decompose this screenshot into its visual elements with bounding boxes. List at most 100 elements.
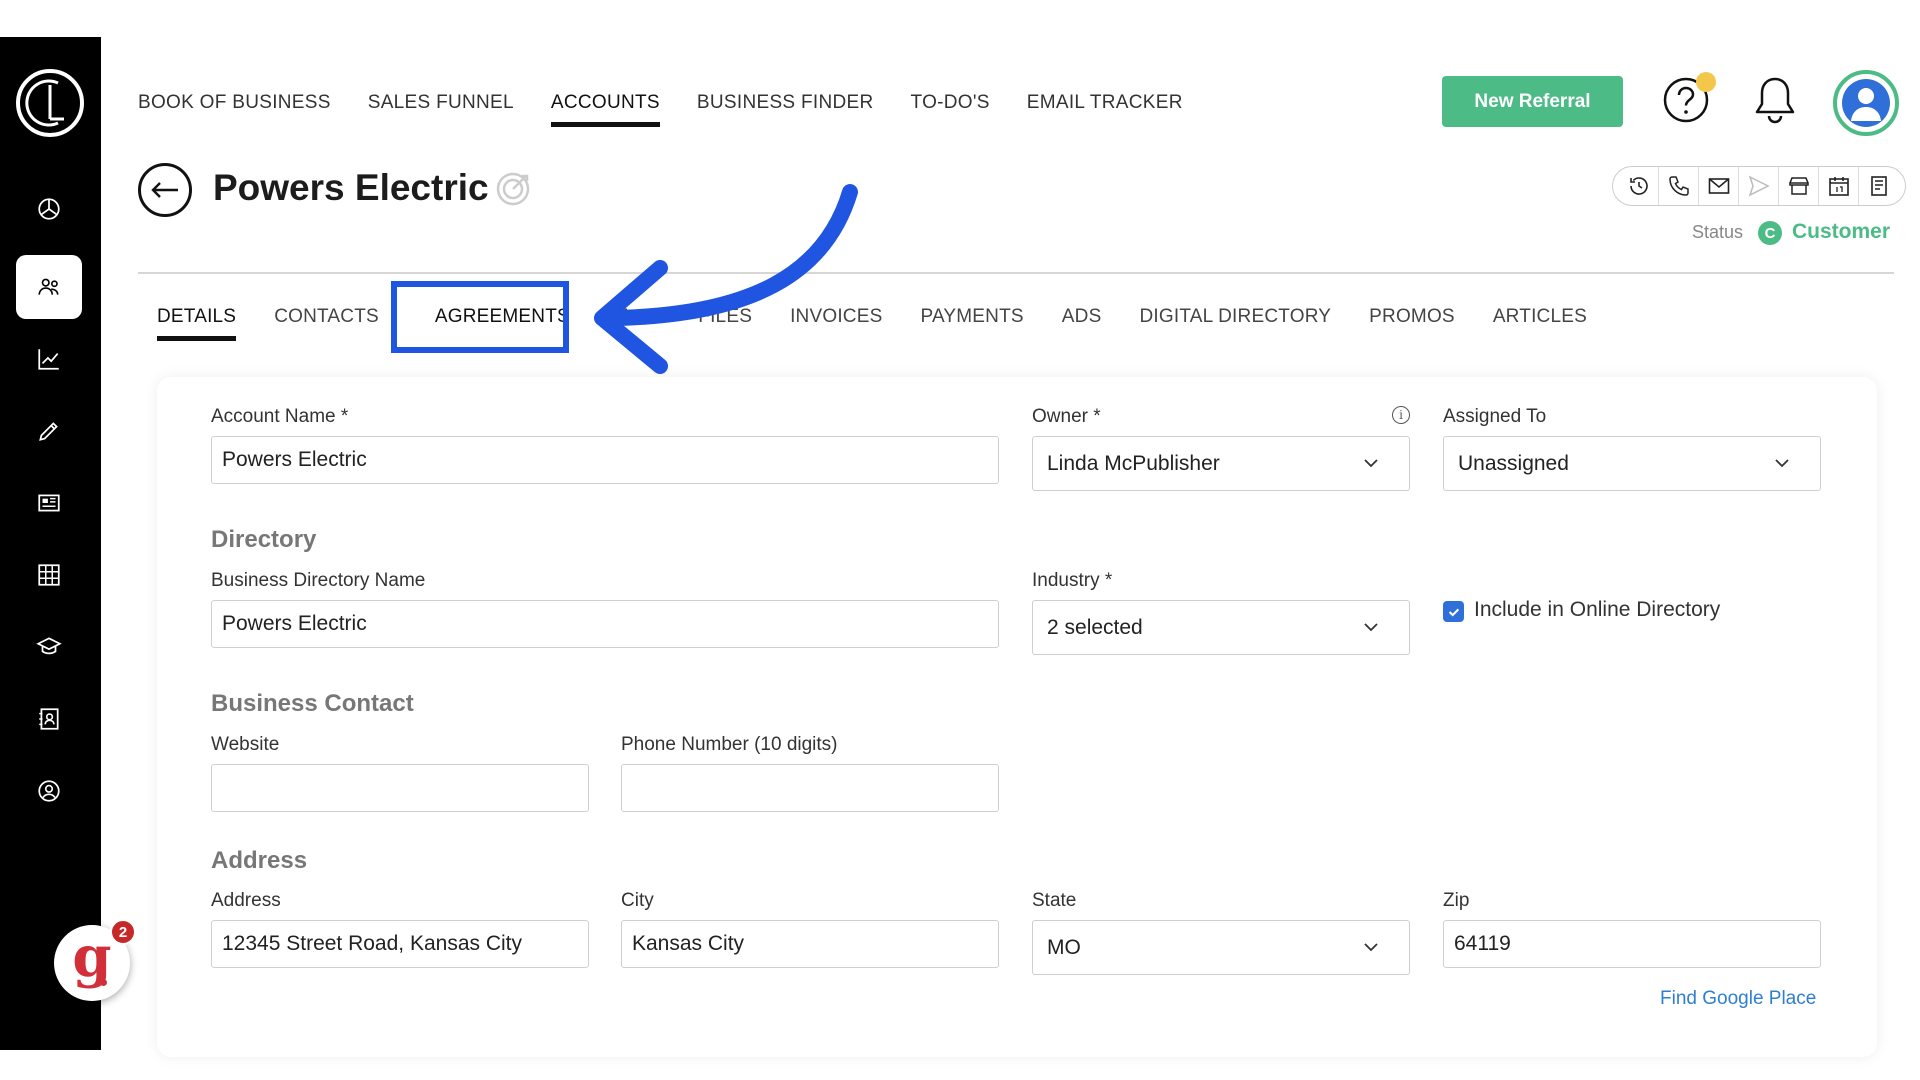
sidebar <box>0 37 101 1050</box>
grid-icon <box>38 564 60 586</box>
user-icon <box>1851 88 1881 121</box>
assigned-to-value: Unassigned <box>1458 451 1569 475</box>
tab-promos[interactable]: PROMOS <box>1369 306 1455 341</box>
help-widget-button[interactable]: g 2 <box>54 919 136 1001</box>
send-button[interactable] <box>1739 167 1779 205</box>
trend-icon <box>38 349 59 370</box>
chevron-down-icon <box>1364 623 1378 632</box>
newspaper-icon <box>38 494 60 512</box>
industry-select[interactable]: 2 selected <box>1032 600 1410 655</box>
new-referral-button[interactable]: New Referral <box>1442 76 1623 127</box>
account-name-field[interactable]: Powers Electric <box>211 436 999 484</box>
graduation-cap-icon <box>36 637 62 655</box>
phone-icon <box>1668 176 1689 196</box>
pie-chart-icon <box>38 198 60 220</box>
find-google-place-link[interactable]: Find Google Place <box>1660 988 1816 1010</box>
phone-label: Phone Number (10 digits) <box>621 734 838 755</box>
notifications-button[interactable] <box>1752 74 1798 126</box>
address-field[interactable]: 12345 Street Road, Kansas City <box>211 920 589 968</box>
store-button[interactable] <box>1779 167 1819 205</box>
city-label: City <box>621 890 654 911</box>
widget-count-badge: 2 <box>110 919 136 945</box>
sidebar-item-grid[interactable] <box>16 543 82 607</box>
customer-status-icon: C <box>1758 221 1782 245</box>
people-icon <box>38 278 59 295</box>
document-icon <box>1871 176 1887 196</box>
pointer-arrow-icon <box>594 184 858 374</box>
state-select[interactable]: MO <box>1032 920 1410 975</box>
tab-contacts[interactable]: CONTACTS <box>274 306 379 341</box>
account-actions-toolbar <box>1612 166 1906 206</box>
target-icon[interactable] <box>494 170 532 208</box>
assigned-to-select[interactable]: Unassigned <box>1443 436 1821 491</box>
pencil-icon <box>39 422 58 441</box>
sidebar-item-reports[interactable] <box>16 327 82 391</box>
send-icon <box>1748 175 1770 197</box>
page-title: Powers Electric <box>213 167 489 208</box>
sidebar-item-publications[interactable] <box>16 471 82 535</box>
tab-ads[interactable]: ADS <box>1062 306 1102 341</box>
owner-select[interactable]: Linda McPublisher <box>1032 436 1410 491</box>
history-icon <box>1629 177 1648 195</box>
state-label: State <box>1032 890 1077 911</box>
tab-articles[interactable]: ARTICLES <box>1493 306 1587 341</box>
state-value: MO <box>1047 935 1081 959</box>
sidebar-item-contacts[interactable] <box>16 687 82 751</box>
website-field[interactable] <box>211 764 589 812</box>
nav-todos[interactable]: TO-DO'S <box>911 92 990 127</box>
bell-icon <box>1755 77 1795 124</box>
notification-dot <box>1696 72 1716 92</box>
directory-name-field[interactable]: Powers Electric <box>211 600 999 648</box>
sidebar-item-profile[interactable] <box>16 759 82 823</box>
owner-label: Owner * <box>1032 406 1101 427</box>
status-label: Status <box>1692 222 1744 242</box>
call-button[interactable] <box>1659 167 1699 205</box>
city-field[interactable]: Kansas City <box>621 920 999 968</box>
tab-payments[interactable]: PAYMENTS <box>920 306 1023 341</box>
info-icon[interactable]: i <box>1392 406 1410 424</box>
zip-field[interactable]: 64119 <box>1443 920 1821 968</box>
nav-business-finder[interactable]: BUSINESS FINDER <box>697 92 874 127</box>
owner-value: Linda McPublisher <box>1047 451 1220 475</box>
online-directory-checkbox[interactable] <box>1443 601 1464 622</box>
zip-label: Zip <box>1443 890 1470 911</box>
store-icon <box>1788 177 1809 195</box>
widget-dot <box>100 979 107 986</box>
help-button[interactable] <box>1662 72 1716 124</box>
history-button[interactable] <box>1619 167 1659 205</box>
sidebar-item-accounts[interactable] <box>16 255 82 319</box>
chevron-down-icon <box>1775 459 1789 468</box>
nav-email-tracker[interactable]: EMAIL TRACKER <box>1027 92 1183 127</box>
sidebar-item-edit[interactable] <box>16 399 82 463</box>
user-circle-icon <box>38 780 60 802</box>
business-contact-heading: Business Contact <box>211 690 414 717</box>
account-name-label: Account Name * <box>211 406 349 427</box>
document-button[interactable] <box>1859 167 1899 205</box>
chevron-down-icon <box>1364 943 1378 952</box>
check-icon <box>1448 608 1459 617</box>
calendar-button[interactable] <box>1819 167 1859 205</box>
account-tabs: DETAILS CONTACTS AGREEMENTS PA FILES INV… <box>157 306 1625 341</box>
website-label: Website <box>211 734 280 755</box>
tab-details[interactable]: DETAILS <box>157 306 237 341</box>
phone-field[interactable] <box>621 764 999 812</box>
contact-card-icon <box>39 708 59 730</box>
industry-value: 2 selected <box>1047 615 1143 639</box>
top-navigation: BOOK OF BUSINESS SALES FUNNEL ACCOUNTS B… <box>138 92 1220 127</box>
nav-book-of-business[interactable]: BOOK OF BUSINESS <box>138 92 331 127</box>
directory-name-label: Business Directory Name <box>211 570 426 591</box>
arrow-left-icon <box>151 182 178 198</box>
nav-sales-funnel[interactable]: SALES FUNNEL <box>368 92 514 127</box>
back-button[interactable] <box>138 163 192 217</box>
online-directory-label[interactable]: Include in Online Directory <box>1474 598 1720 622</box>
sidebar-item-training[interactable] <box>16 615 82 679</box>
status-value: Customer <box>1792 220 1891 243</box>
header-divider <box>138 272 1894 274</box>
nav-accounts[interactable]: ACCOUNTS <box>550 92 660 127</box>
user-avatar[interactable] <box>1833 70 1899 136</box>
sidebar-item-dashboard[interactable] <box>16 177 82 241</box>
tab-digital-directory[interactable]: DIGITAL DIRECTORY <box>1139 306 1331 341</box>
agreements-highlight <box>391 281 569 353</box>
email-button[interactable] <box>1699 167 1739 205</box>
logo-icon[interactable] <box>16 69 84 137</box>
